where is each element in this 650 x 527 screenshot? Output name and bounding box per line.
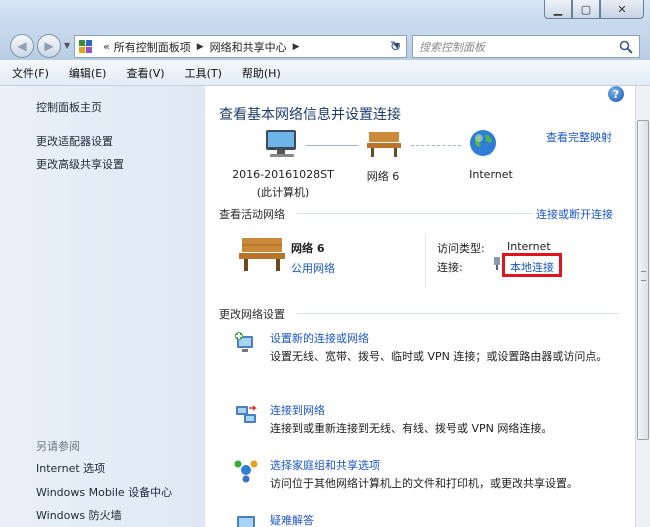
map-computer-sub: (此计算机): [256, 186, 310, 199]
homegroup-link[interactable]: 选择家庭组和共享选项: [270, 457, 380, 473]
computer-icon: [266, 130, 296, 157]
map-computer-name: 2016-20161028ST: [232, 168, 334, 181]
map-internet[interactable]: Internet: [458, 168, 524, 181]
menu-help[interactable]: 帮助(H): [242, 65, 281, 81]
sidebar-item-home[interactable]: 控制面板主页: [36, 99, 102, 115]
breadcrumb-arrow-icon[interactable]: ▶: [293, 42, 300, 52]
maximize-button[interactable]: ▢: [572, 0, 600, 19]
search-icon[interactable]: [619, 40, 633, 54]
vertical-scrollbar[interactable]: [635, 86, 650, 527]
task-description: 访问位于其他网络计算机上的文件和打印机，或更改共享设置。: [270, 477, 578, 490]
minimize-button[interactable]: ▁: [544, 0, 572, 19]
active-network-name: 网络 6: [291, 242, 325, 255]
task-description: 连接到或重新连接到无线、有线、拨号或 VPN 网络连接。: [270, 422, 553, 435]
breadcrumb-arrow-icon[interactable]: ▶: [197, 42, 204, 52]
bench-icon: [239, 238, 285, 271]
menu-file[interactable]: 文件(F): [12, 65, 49, 81]
address-row: ◀ ▶ ▼ « 所有控制面板项 ▶ 网络和共享中心 ▶ ▼ ↻ 搜索控制面板: [0, 30, 650, 60]
search-placeholder: 搜索控制面板: [419, 40, 485, 54]
section-divider: [297, 213, 533, 214]
task-description: 设置无线、宽带、拨号、临时或 VPN 连接；或设置路由器或访问点。: [270, 350, 608, 363]
new-connection-link[interactable]: 设置新的连接或网络: [270, 330, 369, 346]
bench-icon: [367, 132, 401, 157]
access-type-label: 访问类型:: [437, 242, 485, 255]
recent-pages-dropdown[interactable]: ▼: [64, 41, 70, 50]
local-connection-link[interactable]: 本地连接: [510, 259, 554, 275]
change-settings-heading: 更改网络设置: [219, 308, 285, 321]
main-panel: ? 查看基本网络信息并设置连接 查看完整映射 2016-20161028ST (…: [205, 86, 635, 527]
connect-network-icon: [236, 405, 257, 423]
sidebar-item-internet-options[interactable]: Internet 选项: [36, 460, 105, 476]
connect-disconnect-link[interactable]: 连接或断开连接: [536, 206, 613, 222]
menu-view[interactable]: 查看(V): [126, 65, 164, 81]
help-icon[interactable]: ?: [608, 86, 624, 102]
menu-tools[interactable]: 工具(T): [185, 65, 222, 81]
back-button[interactable]: ◀: [10, 34, 34, 58]
section-divider: [297, 313, 619, 314]
sidebar-item-firewall[interactable]: Windows 防火墙: [36, 507, 122, 523]
forward-button[interactable]: ▶: [37, 34, 61, 58]
network-type-link[interactable]: 公用网络: [291, 260, 335, 276]
sidebar-item-mobile-center[interactable]: Windows Mobile 设备中心: [36, 484, 172, 500]
ethernet-icon: [494, 257, 500, 270]
sidebar-item-adapter-settings[interactable]: 更改适配器设置: [36, 133, 113, 149]
menu-bar: 文件(F) 编辑(E) 查看(V) 工具(T) 帮助(H): [0, 60, 650, 86]
access-type-value: Internet: [507, 240, 551, 253]
title-bar: ▁ ▢ ✕: [0, 0, 650, 30]
homegroup-icon: [234, 460, 258, 483]
search-input[interactable]: 搜索控制面板: [412, 35, 640, 58]
troubleshoot-link[interactable]: 疑难解答: [270, 512, 314, 527]
scrollbar-thumb[interactable]: [637, 120, 649, 440]
connect-network-link[interactable]: 连接到网络: [270, 402, 325, 418]
sidebar: 控制面板主页 更改适配器设置 更改高级共享设置 另请参阅 Internet 选项…: [0, 86, 205, 527]
menu-edit[interactable]: 编辑(E): [69, 65, 107, 81]
address-bar[interactable]: « 所有控制面板项 ▶ 网络和共享中心 ▶ ▼: [74, 35, 407, 58]
address-prefix: «: [103, 40, 110, 53]
troubleshoot-icon: [237, 516, 255, 527]
close-button[interactable]: ✕: [600, 0, 644, 19]
breadcrumb-network-center[interactable]: 网络和共享中心: [210, 39, 287, 55]
control-panel-icon: [79, 39, 97, 54]
window-controls: ▁ ▢ ✕: [544, 0, 644, 19]
map-line: [306, 145, 358, 146]
globe-icon: [470, 130, 496, 156]
map-line: [411, 145, 461, 146]
refresh-button[interactable]: ↻: [384, 35, 407, 58]
view-full-map-link[interactable]: 查看完整映射: [546, 129, 612, 145]
active-networks-heading: 查看活动网络: [219, 208, 285, 221]
highlight-box: 本地连接: [502, 253, 562, 277]
new-connection-icon: [235, 332, 253, 352]
section-divider: [425, 234, 426, 288]
connection-label: 连接:: [437, 261, 463, 274]
see-also-heading: 另请参阅: [36, 440, 80, 453]
sidebar-item-sharing-settings[interactable]: 更改高级共享设置: [36, 156, 124, 172]
page-title: 查看基本网络信息并设置连接: [219, 107, 401, 123]
breadcrumb-all-items[interactable]: 所有控制面板项: [114, 39, 191, 55]
map-network-name[interactable]: 网络 6: [355, 168, 411, 184]
